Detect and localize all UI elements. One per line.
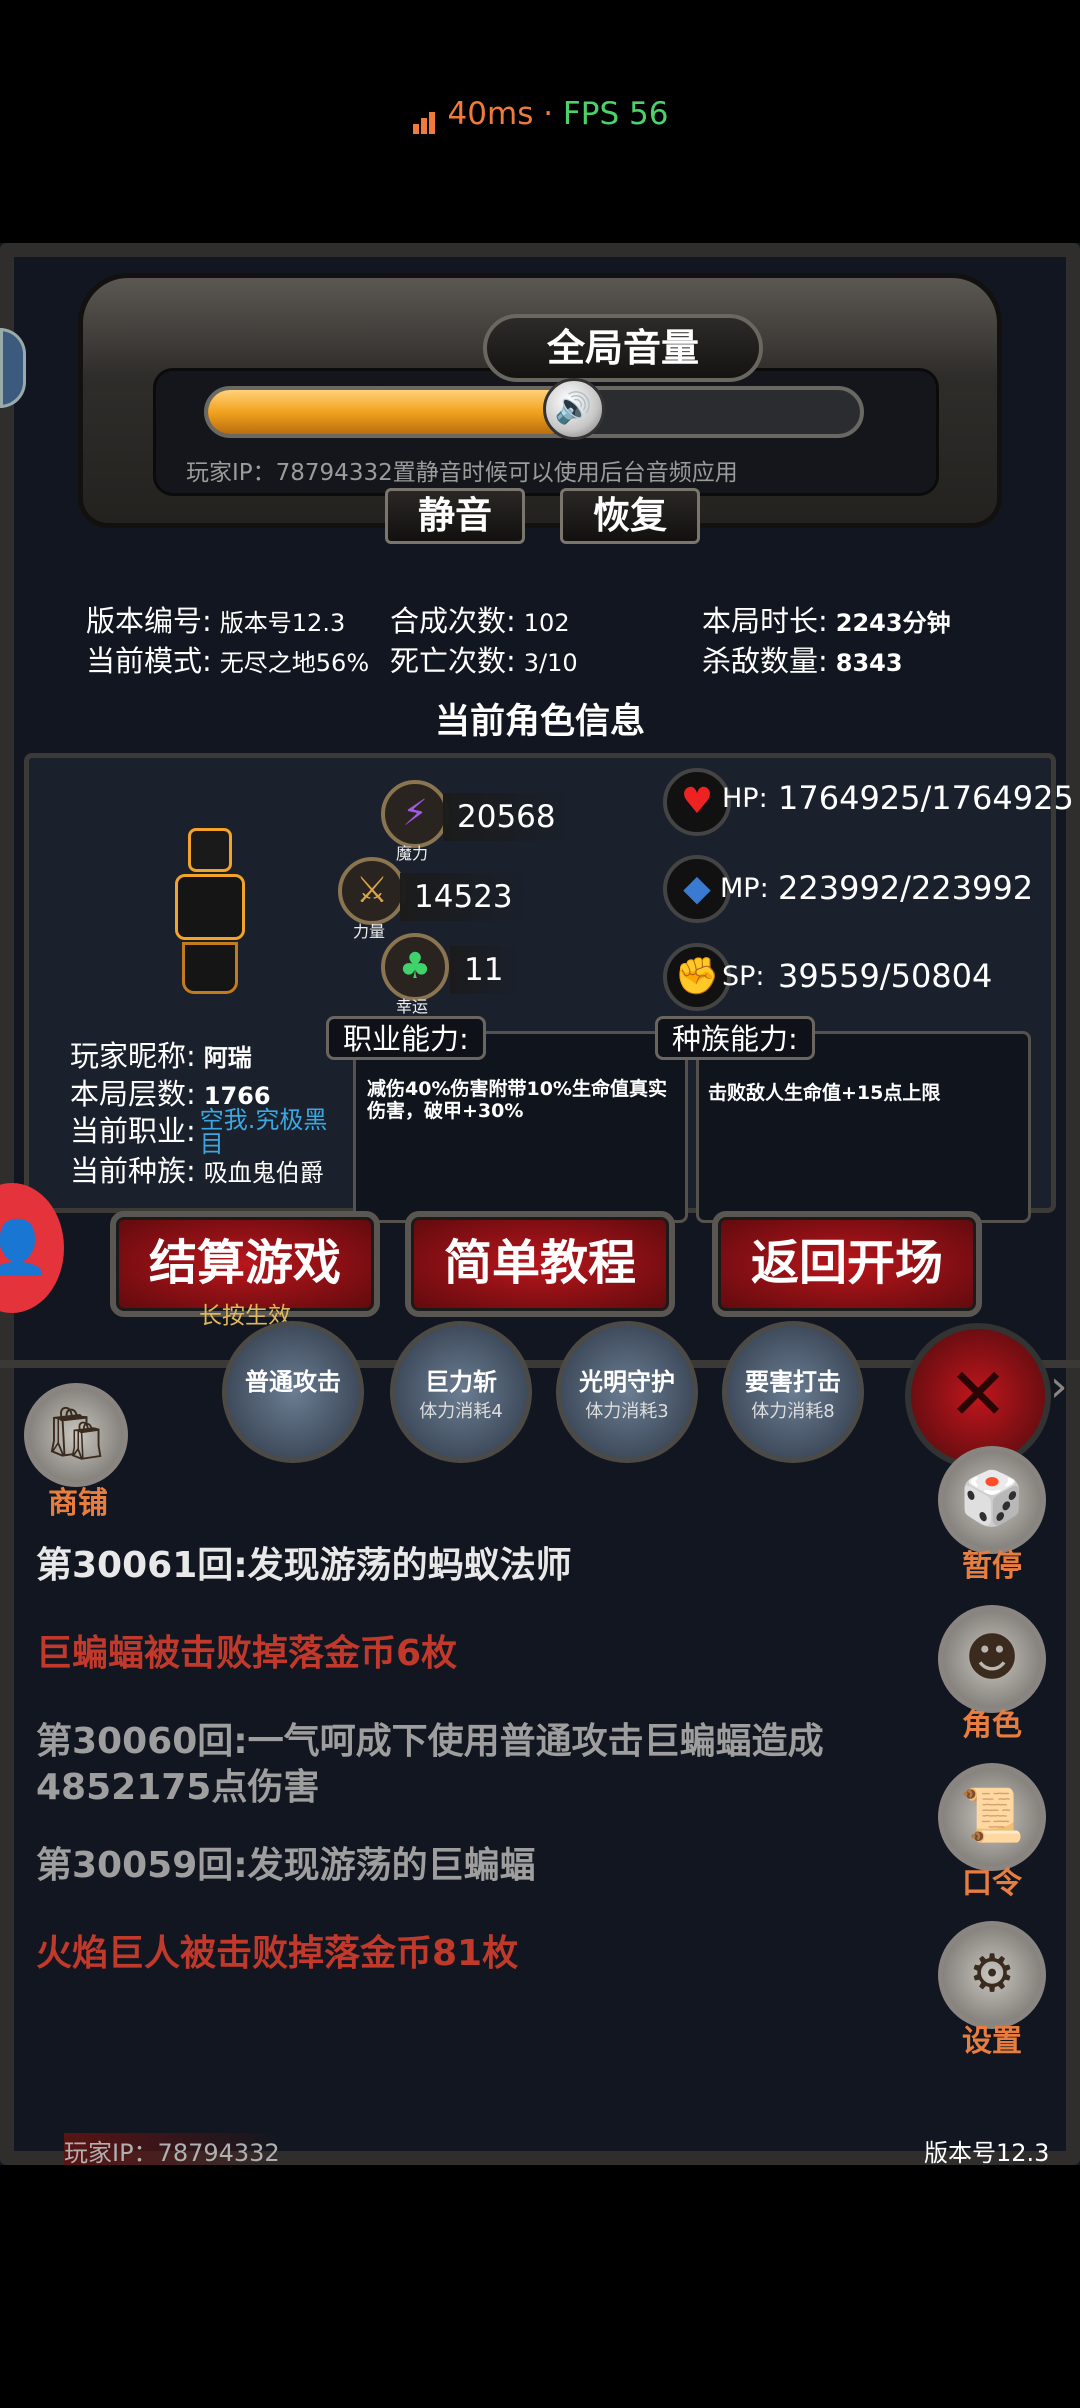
fps-text: FPS 56 xyxy=(562,96,669,132)
shop-icon[interactable]: 🛍 xyxy=(24,1383,128,1487)
race-row: 当前种族: 吸血鬼伯爵 xyxy=(70,1154,324,1188)
skill-vital-strike[interactable]: 要害打击 体力消耗8 xyxy=(722,1321,864,1463)
back-to-start-button[interactable]: 返回开场 xyxy=(712,1211,982,1317)
mp-value: 223992/223992 xyxy=(778,869,1034,907)
strength-label: 力量 xyxy=(353,922,386,941)
log-entry: 火焰巨人被击败掉落金币81枚 xyxy=(36,1933,519,1974)
settle-hint: 长按生效 xyxy=(199,1303,291,1329)
magic-value: 20568 xyxy=(443,793,570,841)
gear-icon[interactable]: ⚙ xyxy=(938,1921,1046,2029)
log-entry: 第30060回:一气呵成下使用普通攻击巨蝙蝠造成4852175点伤害 xyxy=(36,1721,824,1808)
avatar xyxy=(165,828,255,998)
volume-slider[interactable] xyxy=(204,386,864,438)
chevron-right-icon[interactable]: › xyxy=(1050,1361,1068,1412)
footer-version: 版本号12.3 xyxy=(924,2139,1050,2165)
strength-icon: ⚔ xyxy=(338,857,406,925)
skill-mighty-slash[interactable]: 巨力斩 体力消耗4 xyxy=(390,1321,532,1463)
ip-text: 玩家IP：78794332 xyxy=(186,460,393,486)
restore-button[interactable]: 恢复 xyxy=(560,488,700,544)
job-ability-text: 减伤40%伤害附带10%生命值真实伤害，破甲+30% xyxy=(367,1078,667,1122)
mute-button[interactable]: 静音 xyxy=(385,488,525,544)
version-stat: 版本编号: 版本号12.3 xyxy=(86,604,346,638)
settings-label[interactable]: 设置 xyxy=(938,2016,1046,2060)
signal-icon xyxy=(412,98,438,134)
skill-normal-attack[interactable]: 普通攻击 xyxy=(222,1321,364,1463)
role-label[interactable]: 角色 xyxy=(938,1700,1046,1744)
magic-icon: ⚡ xyxy=(381,780,449,848)
dice-icon[interactable]: 🎲 xyxy=(938,1446,1046,1554)
death-stat: 死亡次数: 3/10 xyxy=(390,644,578,678)
mp-label: MP: xyxy=(720,873,769,904)
clover-icon: ♣ xyxy=(381,933,449,1001)
ping-text: 40ms xyxy=(447,96,534,132)
log-entry: 第30061回:发现游荡的蚂蚁法师 xyxy=(36,1545,572,1586)
volume-title: 全局音量 xyxy=(483,314,763,382)
sp-label: SP: xyxy=(722,961,765,992)
hint-text: 置静音时候可以使用后台音频应用 xyxy=(392,460,738,486)
stamina-icon: ✊ xyxy=(663,943,731,1011)
speaker-icon[interactable]: 🔊 xyxy=(542,378,605,440)
hp-label: HP: xyxy=(722,783,768,814)
time-stat: 本局时长: 2243分钟 xyxy=(702,604,951,638)
heart-icon: ♥ xyxy=(663,768,731,836)
nickname-row: 玩家昵称: 阿瑞 xyxy=(70,1039,252,1073)
race-ability-label: 种族能力: xyxy=(655,1016,815,1060)
sp-value: 39559/50804 xyxy=(778,957,993,995)
footer-ip: 玩家IP：78794332 xyxy=(64,2133,280,2165)
scroll-icon[interactable]: 📜 xyxy=(938,1763,1046,1871)
kills-stat: 杀敌数量: 8343 xyxy=(702,644,903,678)
job-ability-label: 职业能力: xyxy=(326,1016,486,1060)
pause-label[interactable]: 暂停 xyxy=(938,1541,1046,1585)
log-entry: 第30059回:发现游荡的巨蝙蝠 xyxy=(36,1845,536,1886)
log-entry: 巨蝙蝠被击败掉落金币6枚 xyxy=(36,1633,458,1674)
mode-stat: 当前模式: 无尽之地56% xyxy=(86,644,370,678)
character-section-title: 当前角色信息 xyxy=(434,702,645,742)
volume-hint: 玩家IP：78794332置静音时候可以使用后台音频应用 xyxy=(186,453,738,487)
code-label[interactable]: 口令 xyxy=(938,1858,1046,1902)
magic-label: 魔力 xyxy=(396,844,429,863)
fps-indicator: 40ms · FPS 56 xyxy=(0,96,1080,134)
race-ability-text: 击败敌人生命值+15点上限 xyxy=(708,1082,941,1104)
volume-slider-fill xyxy=(208,390,574,434)
battle-log: 第30061回:发现游荡的蚂蚁法师 巨蝙蝠被击败掉落金币6枚第30060回:一气呵… xyxy=(36,1543,926,2019)
hooded-figure-icon[interactable]: ☻ xyxy=(938,1605,1046,1713)
separator: · xyxy=(543,96,554,132)
tutorial-button[interactable]: 简单教程 xyxy=(405,1211,675,1317)
hp-value: 1764925/1764925 xyxy=(778,779,1074,817)
craft-stat: 合成次数: 102 xyxy=(390,604,570,638)
strength-value: 14523 xyxy=(400,873,527,921)
skill-light-guard[interactable]: 光明守护 体力消耗3 xyxy=(556,1321,698,1463)
shop-label[interactable]: 商铺 xyxy=(24,1478,132,1522)
luck-label: 幸运 xyxy=(396,997,429,1016)
luck-value: 11 xyxy=(450,946,518,994)
game-screen: 全局音量 🔊 玩家IP：78794332置静音时候可以使用后台音频应用 静音 恢… xyxy=(0,243,1080,2165)
